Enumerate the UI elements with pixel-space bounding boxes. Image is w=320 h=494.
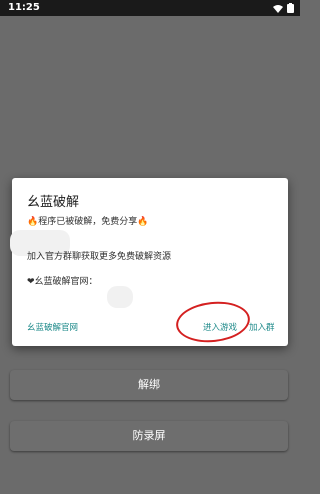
- blurred-area: [107, 286, 133, 308]
- dialog-message-cracked: 🔥程序已被破解，免费分享🔥: [27, 217, 149, 227]
- website-link[interactable]: 幺蓝破解官网: [27, 321, 78, 333]
- anti-record-button[interactable]: 防录屏: [10, 421, 288, 451]
- join-group-button[interactable]: 加入群: [249, 321, 275, 333]
- status-bar: 11:25: [0, 0, 300, 16]
- dialog-title: 幺蓝破解: [27, 195, 80, 210]
- anti-record-button-label: 防录屏: [132, 429, 166, 442]
- dialog-message-website: ❤幺蓝破解官网：: [27, 277, 98, 287]
- battery-icon: [287, 3, 294, 13]
- status-time: 11:25: [8, 2, 40, 13]
- unbind-button[interactable]: 解绑: [10, 370, 288, 400]
- unbind-button-label: 解绑: [138, 378, 160, 391]
- wifi-icon: [273, 4, 283, 13]
- status-icons: [273, 3, 294, 13]
- dialog-message-join-group: 加入官方群聊获取更多免费破解资源: [27, 252, 172, 262]
